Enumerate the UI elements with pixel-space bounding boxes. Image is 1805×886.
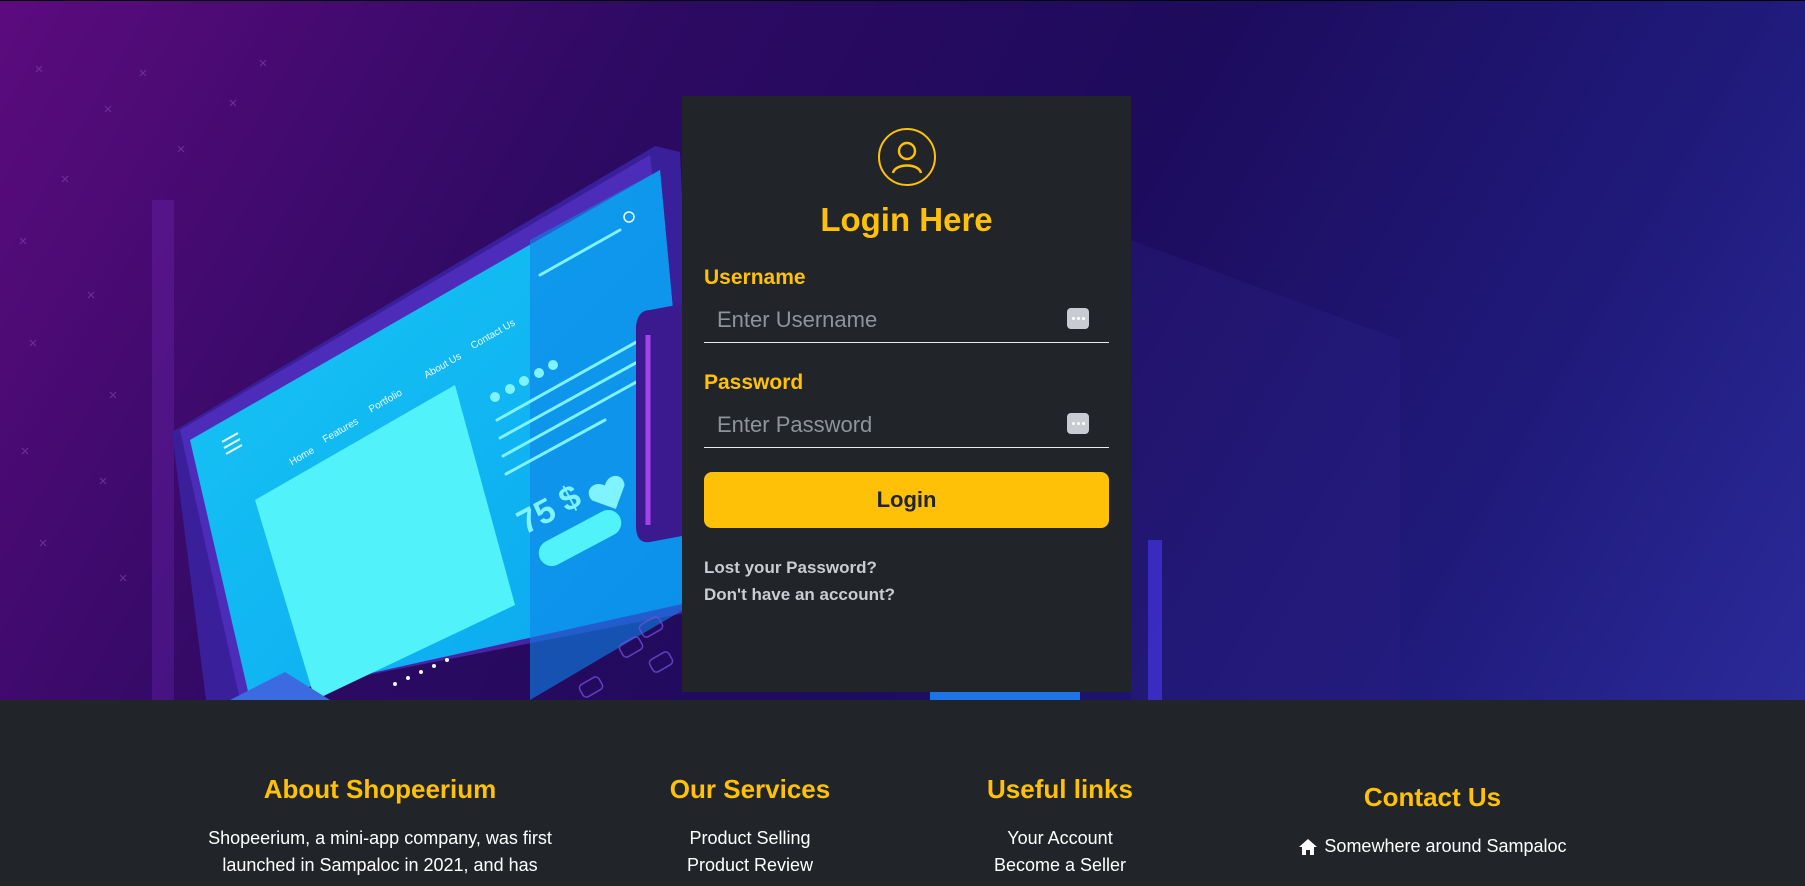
username-input[interactable] bbox=[704, 300, 1109, 340]
home-icon bbox=[1299, 838, 1318, 855]
login-card: Login Here Username Password Login Lost … bbox=[682, 96, 1131, 692]
autofill-key-icon[interactable] bbox=[1067, 308, 1089, 329]
contact-address-text: Somewhere around Sampaloc bbox=[1324, 836, 1567, 856]
password-field-wrap bbox=[704, 405, 1109, 448]
hero-section: Home Features Portfolio About Us Contact… bbox=[0, 0, 1805, 700]
lost-password-link[interactable]: Lost your Password? bbox=[704, 554, 1109, 581]
username-field-wrap bbox=[704, 300, 1109, 343]
footer-about: About Shopeerium Shopeerium, a mini-app … bbox=[200, 773, 560, 879]
footer-contact-address: Somewhere around Sampaloc bbox=[1290, 833, 1575, 860]
footer-services-title: Our Services bbox=[669, 774, 831, 804]
footer-useful-title: Useful links bbox=[987, 774, 1133, 804]
footer: About Shopeerium Shopeerium, a mini-app … bbox=[0, 700, 1805, 886]
footer-useful-link[interactable]: Become a Seller bbox=[960, 852, 1160, 879]
autofill-key-icon[interactable] bbox=[1067, 413, 1089, 434]
footer-useful-link[interactable]: Your Account bbox=[960, 825, 1160, 852]
password-input[interactable] bbox=[704, 405, 1109, 445]
footer-contact: Contact Us Somewhere around Sampaloc bbox=[1290, 781, 1575, 860]
footer-contact-title: Contact Us bbox=[1363, 782, 1502, 812]
footer-about-title: About Shopeerium bbox=[263, 774, 497, 804]
signup-link[interactable]: Don't have an account? bbox=[704, 581, 1109, 608]
login-button[interactable]: Login bbox=[704, 472, 1109, 528]
password-label: Password bbox=[704, 371, 804, 394]
footer-service-item[interactable]: Product Review bbox=[650, 852, 850, 879]
login-title: Login Here bbox=[820, 201, 993, 238]
username-label: Username bbox=[704, 266, 806, 289]
footer-about-text: Shopeerium, a mini-app company, was firs… bbox=[208, 828, 552, 875]
user-icon bbox=[877, 128, 936, 186]
footer-services: Our Services Product Selling Product Rev… bbox=[650, 773, 850, 879]
footer-service-item[interactable]: Product Selling bbox=[650, 825, 850, 852]
login-links: Lost your Password? Don't have an accoun… bbox=[704, 554, 1109, 608]
footer-useful-links: Useful links Your Account Become a Selle… bbox=[960, 773, 1160, 879]
